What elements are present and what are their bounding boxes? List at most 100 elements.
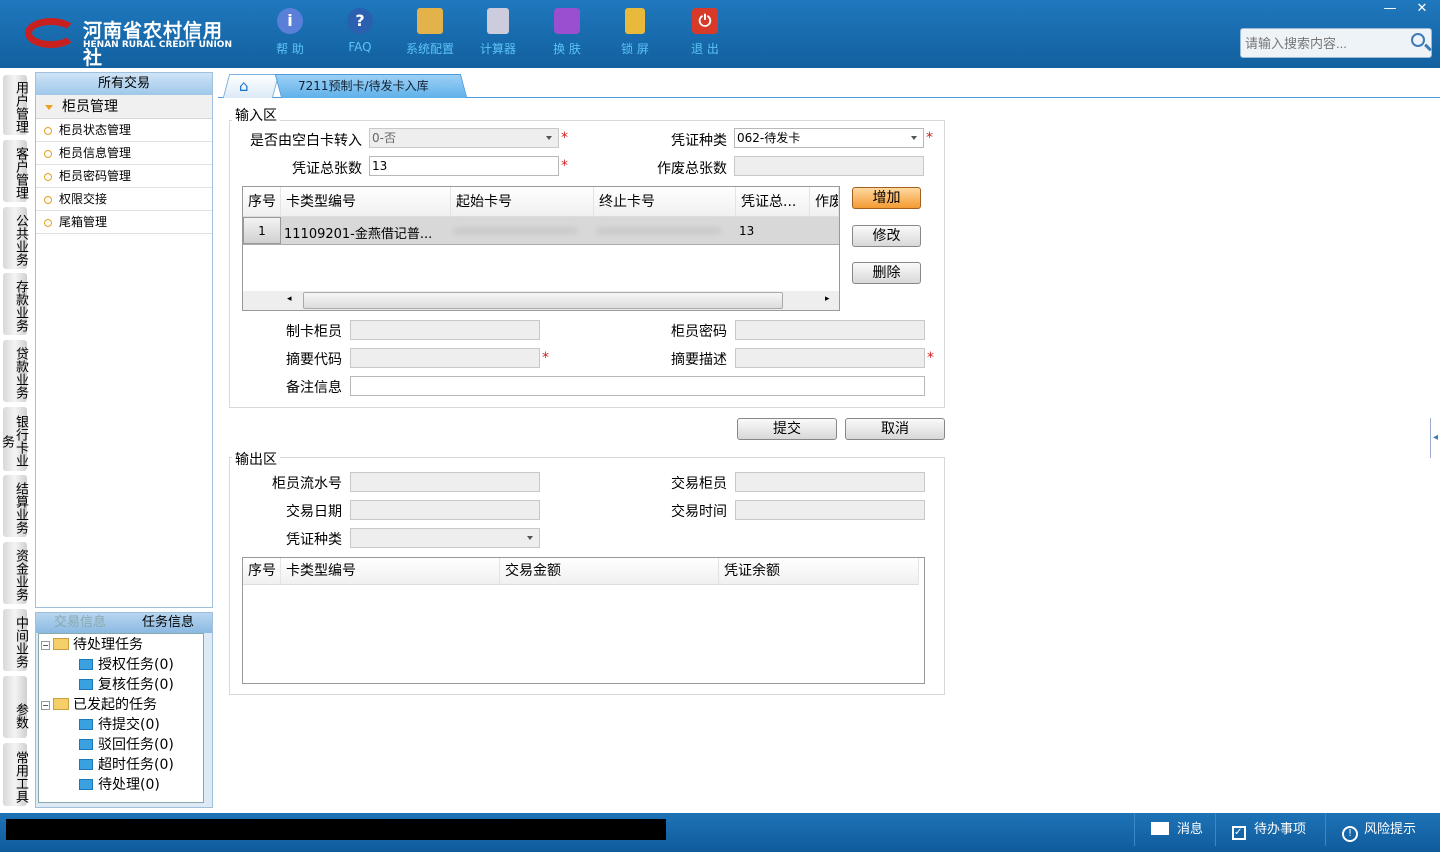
skin-label: 换 肤 [553,42,581,56]
maker-teller-input[interactable] [350,320,540,340]
scroll-right-icon[interactable]: ▸ [825,294,830,304]
delete-button[interactable]: 删除 [852,262,921,284]
vtab-parameters[interactable]: 参数 [3,676,28,738]
void-total-label: 作废总张数 [657,161,727,177]
remark-label: 备注信息 [286,380,342,396]
lock-screen-button[interactable]: 锁 屏 [605,8,665,60]
trans-teller-input[interactable] [735,472,925,492]
sidebar-item-teller-info[interactable]: 柜员信息管理 [36,142,212,165]
search-input[interactable] [1241,29,1401,57]
sidebar-item-permission-handover[interactable]: 权限交接 [36,188,212,211]
column-header[interactable]: 终止卡号 [594,187,736,217]
tab-transaction-info[interactable]: 交易信息 [36,613,124,633]
tree-node-timeout[interactable]: 超时任务(0) [79,755,174,775]
scroll-left-icon[interactable]: ◂ [287,294,292,304]
sidebar-group-teller-management[interactable]: 柜员管理 [36,95,212,119]
cancel-button[interactable]: 取消 [845,418,945,440]
voucher-total-input[interactable]: 13 [369,156,559,176]
serial-input[interactable] [350,472,540,492]
remark-input[interactable] [350,376,925,396]
tab-close-icon[interactable]: × [442,77,452,91]
tree-node-to-process[interactable]: 待处理(0) [79,775,160,795]
sidebar-item-tail-box[interactable]: 尾箱管理 [36,211,212,234]
system-config-button[interactable]: 系统配置 [400,8,460,60]
faq-button[interactable]: ? FAQ [330,8,390,60]
folder-icon [79,739,93,750]
collapse-icon[interactable]: − [41,641,50,650]
tab-task-info[interactable]: 任务信息 [124,613,212,633]
tree-node-label: 驳回任务(0) [98,737,174,753]
tree-node-rejected[interactable]: 驳回任务(0) [79,735,174,755]
tree-node-label: 已发起的任务 [73,697,157,713]
exit-label: 退 出 [691,42,719,56]
abstract-code-input[interactable] [350,348,540,368]
tree-node-review[interactable]: 复核任务(0) [79,675,174,695]
home-icon[interactable]: ⌂ [239,77,249,95]
shirt-icon [554,8,580,34]
horizontal-scrollbar[interactable]: ◂ ▸ [243,291,839,310]
tree-node-auth[interactable]: 授权任务(0) [79,655,174,675]
table-row[interactable]: 1 11109201-金燕借记普... 13 [243,217,839,245]
sidebar-item-teller-password[interactable]: 柜员密码管理 [36,165,212,188]
cell-total: 13 [739,224,755,238]
tab-home[interactable] [222,74,280,98]
scroll-thumb[interactable] [303,292,783,309]
collapse-icon[interactable]: − [41,701,50,710]
tree-node-label: 超时任务(0) [98,757,174,773]
add-button[interactable]: 增加 [852,187,921,209]
search-box[interactable] [1240,28,1432,58]
vtab-common-tools[interactable]: 常用工具 [3,743,28,806]
column-header[interactable]: 起始卡号 [451,187,594,217]
column-header[interactable]: 交易金额 [500,558,719,585]
column-header[interactable]: 卡类型编号 [281,187,451,217]
close-window-button[interactable]: ✕ [1407,0,1437,18]
out-voucher-type-select[interactable] [350,528,540,548]
vtab-loan[interactable]: 贷款业务 [3,340,28,402]
tree-node-label: 待处理任务 [73,637,143,653]
tree-node-started[interactable]: − 已发起的任务 [41,695,157,715]
column-header[interactable]: 序号 [243,187,281,217]
trans-date-label: 交易日期 [286,504,342,520]
vtab-settlement[interactable]: 结算业务 [3,475,28,537]
vtab-funds[interactable]: 资金业务 [3,542,28,604]
blank-card-select[interactable]: 0-否 [369,128,559,148]
input-area-legend: 输入区 [232,105,280,125]
column-header[interactable]: 凭证余额 [719,558,919,585]
toolbox-icon [417,8,443,34]
edit-button[interactable]: 修改 [852,225,921,247]
teller-password-input[interactable] [735,320,925,340]
vtab-customer-management[interactable]: 客户管理 [3,140,28,202]
vtab-intermediary[interactable]: 中间业务 [3,609,28,671]
tree-node-pending[interactable]: − 待处理任务 [41,635,143,655]
submit-button[interactable]: 提交 [737,418,837,440]
row-number: 1 [243,217,281,244]
voucher-type-select[interactable]: 062-待发卡 [734,128,924,148]
todo-button[interactable]: ✓ 待办事项 [1215,813,1325,846]
minimize-button[interactable]: — [1375,0,1405,18]
abstract-desc-input[interactable] [735,348,925,368]
sidebar-item-teller-status[interactable]: 柜员状态管理 [36,119,212,142]
trans-time-input[interactable] [735,500,925,520]
vtab-bank-card[interactable]: 银行卡业务 [0,407,28,471]
messages-button[interactable]: 消息 [1134,813,1214,846]
risk-alert-button[interactable]: ! 风险提示 [1325,813,1440,846]
help-button[interactable]: i 帮 助 [260,8,320,60]
skin-button[interactable]: 换 肤 [537,8,597,60]
column-header[interactable]: 卡类型编号 [281,558,500,585]
vtab-public-business[interactable]: 公共业务 [3,207,28,269]
logo-mark-icon [25,18,77,48]
void-total-input[interactable] [734,156,924,176]
exit-button[interactable]: ⏻ 退 出 [675,8,735,60]
collapse-right-panel-handle[interactable]: ◂ [1430,418,1440,458]
column-header[interactable]: 序号 [243,558,281,585]
search-icon[interactable] [1411,33,1425,47]
vtab-user-management[interactable]: 用户管理 [3,75,28,135]
tree-node-to-submit[interactable]: 待提交(0) [79,715,160,735]
calculator-button[interactable]: 计算器 [468,8,528,60]
column-header[interactable]: 作废 [810,187,839,217]
teller-password-label: 柜员密码 [671,324,727,340]
column-header[interactable]: 凭证总... [736,187,810,217]
trans-date-input[interactable] [350,500,540,520]
vtab-deposit[interactable]: 存款业务 [3,273,28,335]
info-icon: i [277,8,303,34]
